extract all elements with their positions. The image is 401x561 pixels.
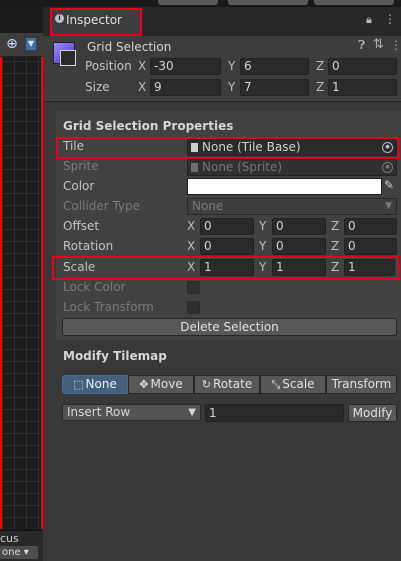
position-x-label: X	[138, 59, 147, 73]
position-label: Position	[85, 59, 132, 73]
lock-icon[interactable]: 🔒︎	[366, 13, 376, 26]
size-y-field[interactable]: 7	[240, 79, 309, 96]
selection-icon: ⬚	[73, 378, 84, 391]
lock-color-checkbox	[187, 281, 200, 294]
position-x-field[interactable]: -30	[150, 58, 221, 75]
scale-icon: ⤡	[271, 378, 281, 391]
tile-label: Tile	[63, 139, 85, 153]
sprite-icon	[191, 163, 198, 172]
focus-dropdown[interactable]: one ▾	[0, 546, 38, 559]
rotation-z-label: Z	[331, 239, 340, 253]
offset-y-label: Y	[259, 219, 267, 233]
lock-transform-label: Lock Transform	[63, 300, 154, 314]
tool-transform-label: Transform	[331, 377, 392, 391]
component-title: Grid Selection	[87, 40, 172, 54]
tool-rotate-button[interactable]: ↻ Rotate	[194, 375, 260, 394]
position-y-field[interactable]: 6	[240, 58, 309, 75]
object-picker-icon: ●	[382, 162, 393, 173]
size-x-field[interactable]: 9	[150, 79, 221, 96]
position-y-label: Y	[228, 59, 236, 73]
scale-label: Scale	[63, 260, 96, 274]
collider-type-value: None	[192, 199, 224, 213]
gizmo-icon[interactable]: ⊕	[3, 36, 21, 53]
tool-transform-button[interactable]: Transform	[326, 375, 397, 394]
size-z-label: Z	[316, 80, 325, 94]
chevron-down-icon: ▼	[385, 201, 392, 211]
eyedropper-icon[interactable]: ✎	[384, 178, 394, 192]
scale-y-field[interactable]: 1	[272, 259, 326, 276]
tool-scale-label: Scale	[282, 377, 315, 391]
tool-move-label: Move	[150, 377, 183, 391]
sprite-object-field: None (Sprite) ●	[187, 159, 397, 176]
layers-dropdown[interactable]	[228, 0, 308, 5]
tile-value: None (Tile Base)	[202, 140, 301, 154]
object-picker-icon[interactable]: ●	[382, 142, 393, 153]
rotation-x-label: X	[187, 239, 196, 253]
tool-none-button[interactable]: ⬚ None	[62, 375, 128, 394]
help-icon[interactable]: ❓︎	[358, 38, 365, 53]
scale-z-field[interactable]: 1	[344, 259, 395, 276]
chevron-down-icon[interactable]: ▼	[26, 38, 36, 50]
properties-title: Grid Selection Properties	[63, 119, 234, 133]
offset-y-field[interactable]: 0	[272, 218, 326, 235]
scene-grid[interactable]	[0, 57, 43, 529]
focus-label: cus	[0, 532, 19, 545]
scale-y-label: Y	[259, 260, 267, 274]
layout-dropdown[interactable]	[314, 0, 394, 5]
position-z-label: Z	[316, 59, 325, 73]
delete-selection-button[interactable]: Delete Selection	[62, 318, 397, 336]
collider-type-label: Collider Type	[63, 199, 141, 213]
rotation-y-field[interactable]: 0	[272, 238, 326, 255]
move-icon: ✥	[139, 378, 149, 391]
rotation-z-field[interactable]: 0	[344, 238, 397, 255]
focus-dropdown-value: one	[2, 547, 21, 558]
tool-none-label: None	[85, 377, 117, 391]
rotation-y-label: Y	[259, 239, 267, 253]
lock-transform-checkbox	[187, 301, 200, 314]
size-y-label: Y	[228, 80, 236, 94]
tab-inspector-label: Inspector	[66, 13, 122, 27]
top-toolbar	[0, 0, 401, 7]
lock-color-label: Lock Color	[63, 280, 126, 294]
count-field[interactable]: 1	[205, 404, 344, 422]
collider-type-dropdown: None ▼	[187, 198, 397, 215]
rotation-label: Rotation	[63, 239, 114, 253]
sprite-value: None (Sprite)	[202, 160, 283, 174]
scale-z-label: Z	[331, 260, 340, 274]
size-z-field[interactable]: 1	[328, 79, 397, 96]
offset-z-field[interactable]: 0	[344, 218, 397, 235]
rotation-x-field[interactable]: 0	[200, 238, 254, 255]
chevron-down-icon: ▼	[188, 407, 196, 418]
tool-rotate-label: Rotate	[212, 377, 253, 391]
rotate-icon: ↻	[201, 378, 211, 391]
size-label: Size	[85, 80, 110, 94]
position-z-field[interactable]: 0	[328, 58, 397, 75]
modify-button[interactable]: Modify	[348, 404, 397, 422]
size-x-label: X	[138, 80, 147, 94]
more-vertical-icon[interactable]: ⋮	[390, 38, 401, 52]
offset-z-label: Z	[331, 219, 340, 233]
sprite-label: Sprite	[63, 159, 99, 173]
color-field[interactable]	[187, 178, 382, 195]
tool-scale-button[interactable]: ⤡ Scale	[260, 375, 326, 394]
grid-selection-icon-overlay	[60, 50, 76, 66]
operation-dropdown[interactable]: Insert Row ▼	[62, 404, 201, 421]
operation-value: Insert Row	[67, 405, 131, 419]
scale-x-field[interactable]: 1	[200, 259, 254, 276]
tool-move-button[interactable]: ✥ Move	[128, 375, 194, 394]
info-icon: i	[55, 14, 64, 23]
file-icon	[191, 143, 198, 152]
offset-x-field[interactable]: 0	[200, 218, 254, 235]
offset-x-label: X	[187, 219, 196, 233]
presets-icon[interactable]: ⇅	[373, 37, 384, 52]
tile-object-field[interactable]: None (Tile Base) ●	[187, 139, 397, 156]
offset-label: Offset	[63, 219, 100, 233]
modify-tilemap-title: Modify Tilemap	[63, 349, 167, 363]
color-label: Color	[63, 179, 95, 193]
scale-x-label: X	[187, 260, 196, 274]
toolbar-button[interactable]	[158, 0, 218, 5]
more-vertical-icon[interactable]: ⋮	[384, 12, 396, 26]
